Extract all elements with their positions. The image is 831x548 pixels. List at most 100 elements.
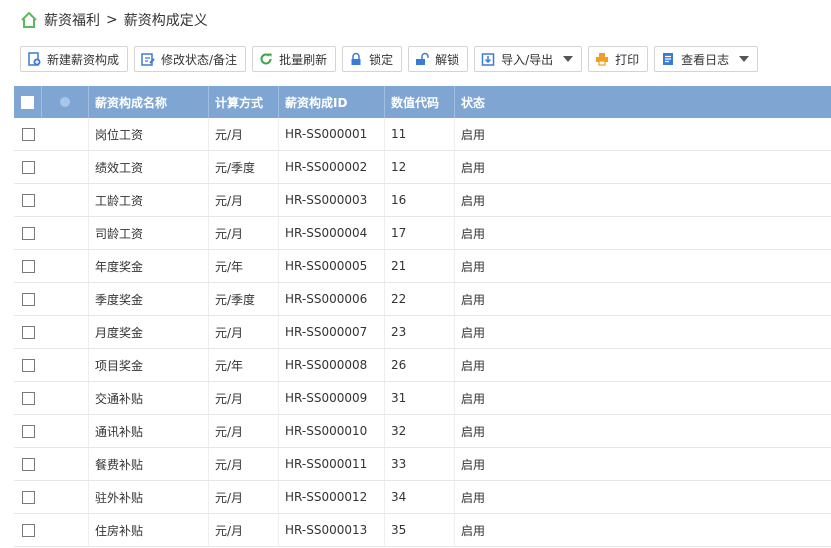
cell-status: 启用 [461, 358, 486, 373]
cell-name: 交通补贴 [89, 382, 209, 414]
cell-status: 启用 [461, 160, 486, 175]
cell-method: 元/月 [209, 514, 279, 546]
row-checkbox[interactable] [21, 325, 35, 339]
print-button[interactable]: 打印 [588, 46, 649, 72]
cell-name: 工龄工资 [89, 184, 209, 216]
cell-name: 绩效工资 [89, 151, 209, 183]
column-settings-icon[interactable] [60, 97, 70, 107]
cell-code: 34 [385, 481, 455, 513]
row-checkbox[interactable] [21, 259, 35, 273]
cell-name: 季度奖金 [89, 283, 209, 315]
cell-method: 元/月 [209, 415, 279, 447]
cell-code: 35 [385, 514, 455, 546]
cell-code: 16 [385, 184, 455, 216]
row-checkbox[interactable] [21, 292, 35, 306]
lock-icon [351, 52, 361, 65]
cell-id: HR-SS000008 [279, 349, 385, 381]
cell-id: HR-SS000012 [279, 481, 385, 513]
row-checkbox[interactable] [21, 490, 35, 504]
cell-method: 元/季度 [209, 151, 279, 183]
row-checkbox[interactable] [21, 358, 35, 372]
cell-status: 启用 [461, 490, 486, 505]
cell-method: 元/年 [209, 250, 279, 282]
cell-id: HR-SS000001 [279, 118, 385, 150]
cell-id: HR-SS000009 [279, 382, 385, 414]
cell-method: 元/季度 [209, 283, 279, 315]
cell-code: 33 [385, 448, 455, 480]
cell-method: 元/月 [209, 448, 279, 480]
table-row[interactable]: 交通补贴 元/月 HR-SS000009 31 启用 [14, 382, 831, 415]
row-checkbox[interactable] [21, 193, 35, 207]
select-all-checkbox[interactable] [21, 95, 34, 109]
new-salary-component-button[interactable]: 新建薪资构成 [20, 46, 129, 72]
column-header-status[interactable]: 状态 [455, 86, 831, 118]
table-row[interactable]: 岗位工资 元/月 HR-SS000001 11 启用 [14, 118, 831, 151]
new-document-icon [28, 52, 41, 66]
cell-name: 月度奖金 [89, 316, 209, 348]
row-spacer [42, 151, 89, 183]
cell-id: HR-SS000002 [279, 151, 385, 183]
breadcrumb-separator: > [106, 12, 118, 28]
cell-status: 启用 [461, 193, 486, 208]
row-spacer [42, 118, 89, 150]
cell-code: 31 [385, 382, 455, 414]
table-row[interactable]: 司龄工资 元/月 HR-SS000004 17 启用 [14, 217, 831, 250]
row-checkbox[interactable] [21, 127, 35, 141]
cell-code: 22 [385, 283, 455, 315]
modify-status-label: 修改状态/备注 [161, 52, 238, 67]
row-checkbox[interactable] [21, 457, 35, 471]
unlock-button[interactable]: 解锁 [408, 46, 469, 72]
table-row[interactable]: 项目奖金 元/年 HR-SS000008 26 启用 [14, 349, 831, 382]
lock-label: 锁定 [369, 52, 394, 67]
table-row[interactable]: 月度奖金 元/月 HR-SS000007 23 启用 [14, 316, 831, 349]
row-checkbox[interactable] [21, 391, 35, 405]
cell-status: 启用 [461, 523, 486, 538]
modify-status-button[interactable]: 修改状态/备注 [134, 46, 247, 72]
cell-code: 21 [385, 250, 455, 282]
row-checkbox[interactable] [21, 523, 35, 537]
cell-code: 17 [385, 217, 455, 249]
home-icon[interactable] [20, 11, 38, 29]
breadcrumb-current: 薪资构成定义 [123, 13, 208, 29]
table-body: 岗位工资 元/月 HR-SS000001 11 启用 绩效工资 元/季度 HR-SS00000… [14, 118, 831, 547]
cell-name: 岗位工资 [89, 118, 209, 150]
cell-id: HR-SS000006 [279, 283, 385, 315]
table-row[interactable]: 餐费补贴 元/月 HR-SS000011 33 启用 [14, 448, 831, 481]
column-header-id[interactable]: 薪资构成ID [279, 86, 385, 118]
table-row[interactable]: 驻外补贴 元/月 HR-SS000012 34 启用 [14, 481, 831, 514]
batch-refresh-label: 批量刷新 [279, 52, 328, 67]
chevron-down-icon [739, 56, 750, 62]
cell-status: 启用 [461, 457, 486, 472]
edit-icon [141, 53, 155, 66]
column-header-method[interactable]: 计算方式 [209, 86, 279, 118]
cell-name: 年度奖金 [89, 250, 209, 282]
table-row[interactable]: 住房补贴 元/月 HR-SS000013 35 启用 [14, 514, 831, 547]
column-header-code[interactable]: 数值代码 [385, 86, 455, 118]
row-spacer [42, 481, 89, 513]
table-row[interactable]: 绩效工资 元/季度 HR-SS000002 12 启用 [14, 151, 831, 184]
table-row[interactable]: 年度奖金 元/年 HR-SS000005 21 启用 [14, 250, 831, 283]
table-row[interactable]: 通讯补贴 元/月 HR-SS000010 32 启用 [14, 415, 831, 448]
table-row[interactable]: 工龄工资 元/月 HR-SS000003 16 启用 [14, 184, 831, 217]
cell-method: 元/月 [209, 481, 279, 513]
cell-id: HR-SS000010 [279, 415, 385, 447]
cell-method: 元/月 [209, 217, 279, 249]
table-row[interactable]: 季度奖金 元/季度 HR-SS000006 22 启用 [14, 283, 831, 316]
import-export-button[interactable]: 导入/导出 [474, 46, 583, 72]
row-spacer [42, 382, 89, 414]
cell-name: 项目奖金 [89, 349, 209, 381]
view-log-button[interactable]: 查看日志 [654, 46, 759, 72]
cell-code: 26 [385, 349, 455, 381]
import-export-label: 导入/导出 [501, 52, 554, 67]
row-spacer [42, 184, 89, 216]
column-header-name[interactable]: 薪资构成名称 [89, 86, 209, 118]
salary-component-table: 薪资构成名称 计算方式 薪资构成ID 数值代码 状态 岗位工资 元/月 HR-SS0… [14, 86, 831, 547]
cell-id: HR-SS000013 [279, 514, 385, 546]
batch-refresh-button[interactable]: 批量刷新 [252, 46, 337, 72]
lock-button[interactable]: 锁定 [342, 46, 403, 72]
breadcrumb-parent[interactable]: 薪资福利 [44, 10, 100, 30]
cell-code: 23 [385, 316, 455, 348]
row-checkbox[interactable] [21, 226, 35, 240]
row-checkbox[interactable] [21, 160, 35, 174]
row-checkbox[interactable] [21, 424, 35, 438]
